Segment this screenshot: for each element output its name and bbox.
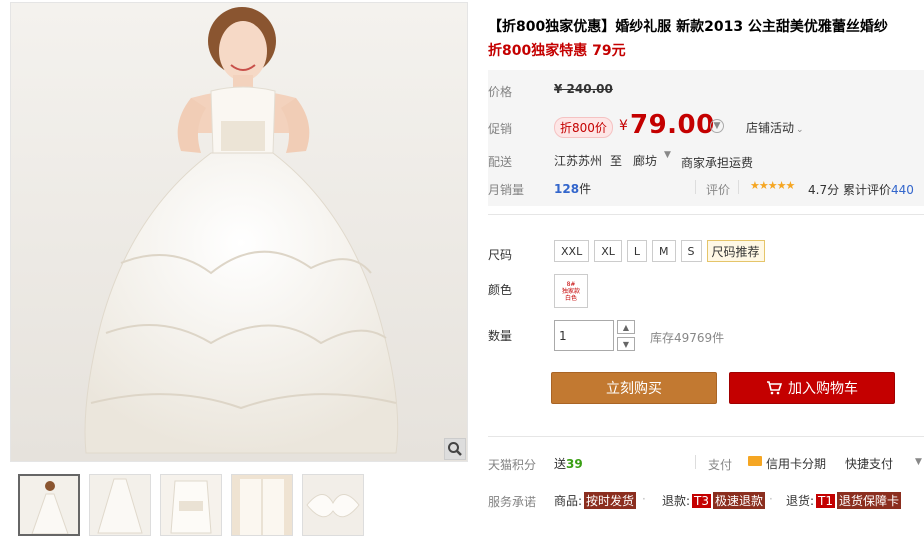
thumbnail-3[interactable] [160, 474, 222, 536]
divider [738, 180, 739, 194]
thumbnail-image [232, 475, 292, 535]
size-label: 尺码 [488, 248, 513, 262]
size-option[interactable]: L [626, 240, 648, 262]
wedding-dress-photo [11, 3, 467, 461]
divider [695, 455, 696, 469]
thumbnail-image [303, 475, 363, 535]
cart-icon [767, 381, 782, 395]
chevron-up-icon: ▲ [622, 322, 630, 332]
points-label: 天猫积分 [488, 458, 537, 472]
chevron-down-icon[interactable]: ▼ [664, 150, 671, 160]
promise-prefix: 商品: [554, 494, 583, 508]
thumbnail-2[interactable] [89, 474, 151, 536]
color-label: 颜色 [488, 283, 513, 297]
rating-label: 评价 [706, 183, 731, 197]
sales-count: 128 [554, 182, 580, 196]
promo-label: 促销 [488, 122, 513, 136]
shop-activity-label: 店铺活动 [746, 121, 795, 135]
size-options: XXL XL L M S 尺码推荐 [554, 240, 765, 262]
stock-count: 库存49769件 [650, 331, 725, 345]
add-to-cart-button[interactable]: 加入购物车 [729, 372, 895, 404]
original-price: ¥ 240.00 [554, 82, 613, 96]
thumbnail-4[interactable] [231, 474, 293, 536]
review-prefix: 累计评价 [843, 183, 892, 197]
sales-unit: 件 [579, 182, 592, 196]
shipping-note: 商家承担运费 [681, 156, 754, 170]
size-option[interactable]: XXL [554, 240, 590, 262]
ship-from: 江苏苏州 [554, 154, 603, 168]
swatch-text: 8# [566, 280, 576, 288]
star-rating: ★★★★★ [750, 179, 795, 192]
main-product-image[interactable] [10, 2, 468, 462]
quantity-input[interactable] [554, 320, 614, 351]
swatch-text: 独家款 [561, 287, 580, 295]
shipping-label: 配送 [488, 155, 513, 169]
promise-item: 退货: T1 退货保障卡 [786, 492, 902, 509]
monthly-sales-label: 月销量 [488, 183, 525, 197]
swatch-text: 白色 [564, 294, 577, 302]
credit-card-icon [748, 456, 762, 466]
color-swatch[interactable]: 8# 独家款 白色 [554, 274, 588, 308]
add-to-cart-label: 加入购物车 [788, 381, 858, 397]
thumbnail-strip [18, 474, 364, 536]
price-details-button[interactable]: ▼ [710, 119, 724, 133]
ship-to-selector[interactable]: 廊坊 [633, 152, 657, 169]
promo-badge: 折800价 [554, 117, 613, 138]
monthly-sales-count: 128件 [554, 180, 591, 197]
price-label: 价格 [488, 85, 513, 99]
promise-tag-code: T3 [692, 493, 712, 508]
quantity-decrease-button[interactable]: ▼ [617, 337, 635, 351]
thumbnail-image [20, 476, 78, 534]
quick-pay-link[interactable]: 快捷支付 [845, 455, 893, 472]
divider [695, 180, 696, 194]
promise-prefix: 退款: [662, 494, 691, 508]
size-option[interactable]: S [680, 240, 702, 262]
thumbnail-image [161, 475, 221, 535]
product-title: 【折800独家优惠】婚纱礼服 新款2013 公主甜美优雅蕾丝婚纱 [488, 19, 888, 35]
ship-to-label: 至 [610, 154, 623, 168]
chevron-down-icon: ⌄ [796, 125, 804, 135]
size-option[interactable]: XL [594, 240, 622, 262]
section-divider [488, 214, 924, 215]
points-prefix: 送 [554, 457, 567, 471]
points-value: 送39 [554, 455, 583, 472]
promise-item: 商品: 按时发货 [554, 492, 637, 509]
review-count-link[interactable]: 累计评价440 [843, 181, 914, 198]
review-count: 440 [891, 183, 914, 197]
promise-prefix: 退货: [786, 494, 815, 508]
pay-label: 支付 [708, 458, 733, 472]
size-recommend-button[interactable]: 尺码推荐 [706, 240, 765, 262]
chevron-down-icon: ▼ [622, 339, 630, 349]
buy-now-button[interactable]: 立刻购买 [551, 372, 717, 404]
quantity-label: 数量 [488, 329, 513, 343]
credit-installment-link[interactable]: 信用卡分期 [766, 455, 826, 472]
separator-dot: · [642, 492, 646, 506]
promise-tag-code: T1 [816, 493, 836, 508]
zoom-icon [448, 442, 462, 456]
promise-tag[interactable]: 退货保障卡 [837, 492, 902, 509]
currency-symbol: ¥ [619, 118, 628, 134]
current-price: 79.00 [630, 110, 715, 140]
promise-tag[interactable]: 极速退款 [713, 492, 766, 509]
promise-item: 退款: T3 极速退款 [662, 492, 766, 509]
thumbnail-1[interactable] [18, 474, 80, 536]
service-promise-label: 服务承诺 [488, 495, 537, 509]
section-divider [488, 436, 924, 437]
zoom-button[interactable] [444, 438, 466, 460]
points-number: 39 [566, 457, 583, 471]
thumbnail-5[interactable] [302, 474, 364, 536]
quantity-increase-button[interactable]: ▲ [617, 320, 635, 334]
thumbnail-image [90, 475, 150, 535]
product-subtitle: 折800独家特惠 79元 [488, 43, 626, 59]
separator-dot: · [769, 492, 773, 506]
rating-score: 4.7分 [808, 183, 840, 197]
promise-tag[interactable]: 按时发货 [584, 492, 637, 509]
chevron-down-icon: ▼ [713, 121, 721, 131]
size-option[interactable]: M [652, 240, 676, 262]
shop-activity-dropdown[interactable]: 店铺活动 ⌄ [746, 119, 804, 136]
chevron-down-icon[interactable]: ▼ [915, 457, 922, 467]
